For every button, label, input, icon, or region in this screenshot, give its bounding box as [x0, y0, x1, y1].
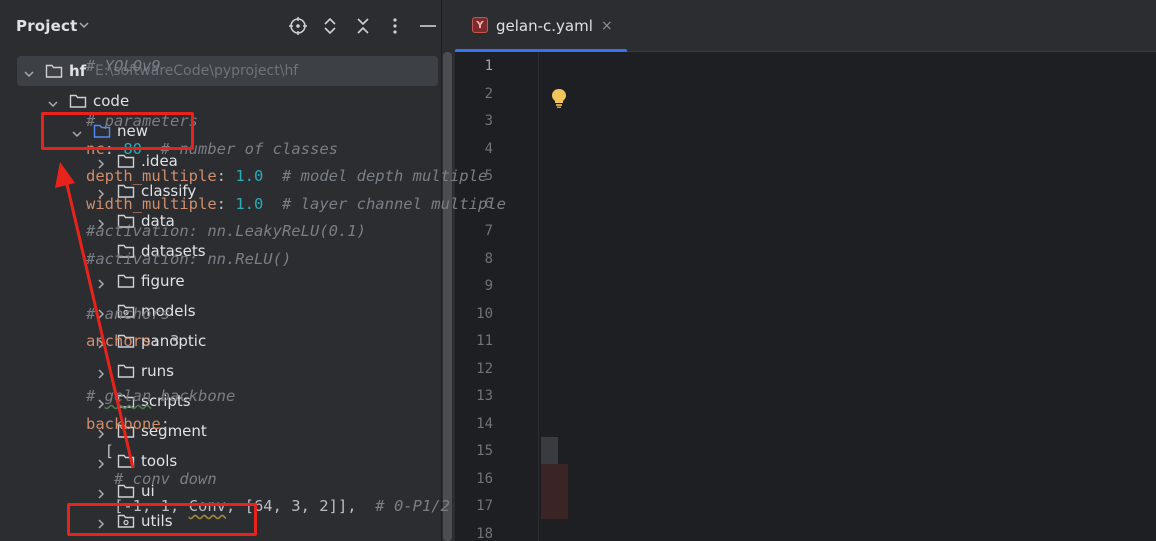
code-line: # conv down [86, 470, 217, 488]
tree-row-figure[interactable]: figure [0, 266, 441, 296]
folder-icon [117, 273, 135, 289]
code-token: : [216, 167, 236, 185]
code-line: depth_multiple: 1.0 # model depth multip… [86, 167, 487, 185]
gutter-divider [538, 52, 539, 541]
code-token: # conv down [86, 469, 217, 488]
line-number: 16 [476, 470, 493, 487]
code-token: backbone [86, 414, 161, 433]
chevron-right-icon[interactable] [95, 365, 107, 379]
collapse-all-icon[interactable] [352, 15, 374, 37]
tree-scrollbar-thumb[interactable] [443, 52, 452, 541]
tree-row-panoptic[interactable]: panoptic [0, 326, 441, 356]
editor-tab-gelan-c[interactable]: Y gelan-c.yaml × [455, 0, 627, 52]
code-token: 3 [170, 332, 180, 350]
code-line: #activation: nn.ReLU() [86, 250, 291, 268]
code-token: 1.0 [235, 167, 264, 185]
tree-item-label: hf [69, 62, 87, 80]
editor-area: Y gelan-c.yaml × [455, 0, 1156, 541]
chevron-down-icon[interactable] [47, 95, 59, 108]
bracket-highlight [541, 437, 558, 464]
tree-row-segment[interactable]: segment [0, 416, 441, 446]
code-token: #activation: nn.LeakyReLU(0.1) [86, 222, 366, 240]
tree-item-label: runs [141, 362, 174, 380]
line-number: 9 [484, 278, 493, 294]
code-token: # [86, 387, 105, 405]
code-token: : [160, 414, 170, 433]
line-number: 15 [476, 443, 493, 459]
code-token: anchors [86, 332, 152, 350]
code-token: gelan [104, 387, 152, 405]
line-number: 7 [484, 223, 493, 239]
code-token: width_multiple [86, 194, 217, 213]
yaml-file-icon: Y [472, 17, 488, 33]
code-token: # layer channel multiple [263, 194, 506, 213]
tree-row-hf[interactable]: hf E:\softwareCode\pyproject\hf [17, 56, 438, 86]
tree-row-runs[interactable]: runs [0, 356, 441, 386]
editor-tab-bar: Y gelan-c.yaml × [455, 0, 1156, 52]
project-panel-title[interactable]: Project [16, 17, 77, 35]
project-tool-window: Project hf E:\softwareCode\pyproject\hf co… [0, 0, 441, 541]
code-line: [ [86, 442, 114, 460]
line-number: 2 [484, 85, 493, 102]
code-line: # anchors [86, 305, 170, 323]
lightbulb-icon[interactable] [550, 87, 568, 109]
tab-label: gelan-c.yaml [496, 17, 593, 35]
line-number: 17 [476, 498, 493, 514]
line-number: 8 [484, 250, 493, 267]
code-line: # YOLOv9 [86, 57, 161, 75]
code-line: backbone: [86, 415, 170, 433]
folder-icon [117, 453, 135, 469]
code-token: # YOLOv9 [86, 57, 161, 75]
code-token: #activation: nn.ReLU() [86, 249, 292, 268]
code-token: # 0-P1/2 [375, 497, 450, 515]
chevron-down-icon[interactable] [77, 18, 91, 32]
code-token: 1.0 [235, 194, 264, 213]
code-token: : [216, 194, 236, 213]
line-number: 18 [476, 525, 493, 541]
line-number: 13 [476, 388, 493, 404]
code-line: # gelan backbone [86, 387, 235, 405]
close-icon[interactable]: × [601, 18, 613, 34]
line-number: 4 [484, 140, 493, 157]
chevron-right-icon[interactable] [95, 275, 107, 289]
folder-icon [117, 363, 135, 379]
code-line: width_multiple: 1.0 # layer channel mult… [86, 195, 506, 213]
code-line: anchors: 3 [86, 332, 179, 350]
code-token: depth_multiple [86, 167, 217, 185]
code-token: # anchors [86, 304, 170, 323]
folder-icon [45, 63, 63, 79]
annotation-box-utils [67, 503, 257, 536]
more-icon[interactable] [384, 15, 406, 37]
folder-icon [69, 93, 87, 109]
line-number: 3 [484, 113, 493, 129]
locate-icon[interactable] [287, 15, 309, 37]
line-number: 12 [476, 360, 493, 377]
line-number: 14 [476, 415, 493, 432]
minimize-icon[interactable] [417, 15, 439, 37]
line-number: 11 [476, 333, 493, 349]
code-token: backbone [151, 387, 236, 405]
chevron-down-icon[interactable] [23, 65, 35, 78]
tree-item-label: figure [141, 272, 185, 290]
code-token: # model depth multiple [263, 167, 488, 185]
line-number-gutter: 1 2 3 4 5 6 7 8 9 10 11 12 13 14 15 16 17 18 [455, 52, 539, 541]
tree-item-label: code [93, 92, 130, 110]
tree-row-tools[interactable]: tools [0, 446, 441, 476]
expand-collapse-icon[interactable] [319, 15, 341, 37]
tree-row-models[interactable]: models [0, 296, 441, 326]
annotation-box-new [41, 112, 194, 150]
code-token: : [151, 332, 170, 350]
indent-highlight [541, 464, 568, 519]
code-token: [ [86, 442, 114, 460]
code-line: #activation: nn.LeakyReLU(0.1) [86, 222, 366, 240]
project-panel-header: Project [0, 0, 441, 52]
line-number: 1 [484, 58, 493, 74]
line-number: 10 [476, 305, 493, 322]
tree-item-label: tools [141, 452, 178, 470]
